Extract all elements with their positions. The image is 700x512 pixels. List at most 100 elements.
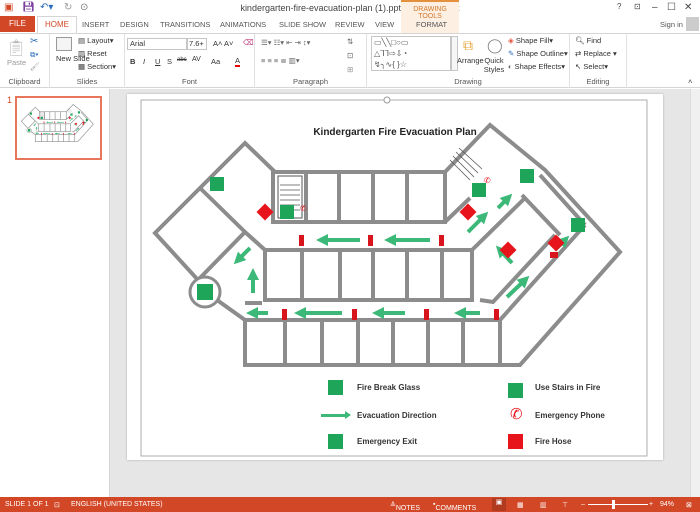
font-name-select[interactable]: Arial [127, 38, 187, 50]
quick-styles-icon[interactable]: ◯ [487, 37, 503, 54]
smartart-icon[interactable]: ⊞ [347, 65, 353, 74]
paste-icon[interactable]: 📋︎ [6, 38, 26, 58]
grow-font-button[interactable]: A˄ A˅ [213, 39, 233, 48]
find-label: Find [586, 36, 602, 45]
select-button[interactable]: ↖ Select▾ [575, 62, 608, 71]
section-label: Section [87, 62, 113, 71]
tab-view[interactable]: VIEW [375, 20, 394, 29]
slide-thumbnail[interactable] [15, 96, 102, 160]
tab-format[interactable]: FORMAT [416, 20, 447, 29]
slides-label: Slides [76, 77, 98, 86]
tab-home[interactable]: HOME [37, 16, 77, 33]
sign-in-link[interactable]: Sign in [660, 20, 683, 29]
legend-evacuation-direction: Evacuation Direction [357, 411, 437, 420]
zoom-slider-thumb[interactable] [612, 500, 615, 509]
emergency-phone-icon: ✆ [510, 406, 523, 423]
tab-file[interactable]: FILE [0, 16, 35, 32]
quick-styles-button[interactable]: Quick Styles [483, 56, 505, 74]
shape-outline-button[interactable]: ✎ Shape Outline▾ [508, 49, 568, 58]
slideshow-button[interactable]: ⊤ [562, 501, 568, 509]
change-case-button[interactable]: Aa [211, 57, 220, 66]
comments-label: COMMENTS [435, 505, 477, 512]
font-group: Arial 7.6+ A˄ A˅ ⌫ B I U S abc AV Aa A F… [125, 34, 255, 88]
character-spacing-button[interactable]: AV [192, 56, 201, 63]
font-size-select[interactable]: 7.6+ [187, 38, 207, 50]
paragraph-group: ☰▾ ☷▾ ⇤ ⇥ ↕▾ ≡ ≡ ≡ ≣ ▥▾ ⇅ ⊡ ⊞ Paragraph [255, 34, 367, 88]
tab-animations[interactable]: ANIMATIONS [220, 20, 266, 29]
legend-fire-hose: Fire Hose [535, 437, 572, 446]
shapes-gallery[interactable]: ▭╲╲□○▭ △⅂⅂⇨⇩◔ ↯╮∿{ }☆ [371, 36, 451, 71]
zoom-out-button[interactable]: – [581, 501, 585, 508]
arrange-icon[interactable]: ⧉ [463, 37, 473, 54]
format-painter-icon[interactable]: 🖌︎ [30, 62, 40, 71]
reset-button[interactable]: ▥ Reset [78, 49, 107, 58]
clear-formatting-icon[interactable]: ⌫ [243, 38, 254, 47]
help-button[interactable]: ? [617, 2, 621, 11]
zoom-slider[interactable] [588, 504, 648, 505]
text-direction-icon[interactable]: ⇅ [347, 37, 353, 46]
contextual-tab-label: DRAWING TOOLS [413, 6, 447, 20]
tab-review[interactable]: REVIEW [335, 20, 365, 29]
minimize-button[interactable]: – [652, 2, 658, 13]
fire-break-glass-icon [328, 380, 343, 395]
arrange-button[interactable]: Arrange [457, 56, 484, 65]
italic-button[interactable]: I [143, 57, 145, 66]
avatar[interactable] [686, 17, 699, 31]
new-slide-icon[interactable] [56, 37, 72, 51]
maximize-button[interactable]: ☐ [667, 2, 676, 13]
layout-label: Layout [87, 36, 110, 45]
bullets-icon[interactable]: ☰▾ ☷▾ ⇤ ⇥ ↕▾ [261, 38, 310, 47]
close-button[interactable]: ✕ [684, 2, 692, 13]
normal-view-button[interactable]: ▣ [492, 498, 506, 511]
evacuation-arrow-icon [321, 414, 347, 417]
reading-view-button[interactable]: ▥ [540, 501, 547, 509]
tab-transitions[interactable]: TRANSITIONS [160, 20, 210, 29]
vertical-scrollbar[interactable] [690, 89, 700, 497]
collapse-ribbon-icon[interactable]: ˄ [688, 77, 692, 86]
spell-check-icon[interactable]: ⊡ [54, 501, 60, 509]
find-button[interactable]: 🔍︎ Find [575, 36, 601, 45]
ribbon-display-button[interactable]: ⊡ [634, 2, 641, 11]
selection-box[interactable] [140, 99, 648, 457]
font-color-button[interactable]: A [235, 56, 241, 67]
language-status[interactable]: ENGLISH (UNITED STATES) [71, 501, 163, 508]
paste-button[interactable]: Paste [7, 58, 26, 67]
comments-button[interactable]: ▪ COMMENTS [433, 501, 476, 512]
zoom-level[interactable]: 94% [660, 501, 674, 508]
tab-insert[interactable]: INSERT [82, 20, 109, 29]
slide-title: Kindergarten Fire Evacuation Plan [313, 127, 477, 138]
copy-icon[interactable]: ⧉▾ [30, 50, 39, 60]
thumbnail-number: 1 [7, 95, 13, 105]
thumbnail-preview [17, 98, 100, 158]
shape-effects-button[interactable]: ◐ Shape Effects▾ [508, 62, 565, 71]
underline-button[interactable]: U [155, 57, 160, 66]
select-label: Select [583, 62, 605, 71]
tab-slide-show[interactable]: SLIDE SHOW [279, 20, 326, 29]
tab-design[interactable]: DESIGN [120, 20, 149, 29]
zoom-in-button[interactable]: + [649, 501, 653, 508]
bold-button[interactable]: B [130, 57, 135, 66]
rotate-handle[interactable] [383, 96, 391, 104]
shadow-button[interactable]: S [167, 57, 172, 66]
section-button[interactable]: ▦ Section▾ [78, 62, 116, 71]
slide-counter: SLIDE 1 OF 1 [5, 501, 49, 508]
clipboard-group: 📋︎ Paste ✂ ⧉▾ 🖌︎ Clipboard [0, 34, 50, 88]
phone-icon: ✆ [300, 204, 307, 213]
legend-fire-break-glass: Fire Break Glass [357, 383, 421, 392]
ribbon: 📋︎ Paste ✂ ⧉▾ 🖌︎ Clipboard New Slide ▤ L… [0, 33, 700, 88]
use-stairs-icon [508, 383, 523, 398]
notes-button[interactable]: ≙ NOTES [390, 501, 420, 512]
slide-sorter-button[interactable]: ▦ [517, 501, 524, 509]
layout-button[interactable]: ▤ Layout▾ [78, 36, 113, 45]
strikethrough-button[interactable]: abc [177, 57, 187, 63]
cut-icon[interactable]: ✂ [30, 36, 38, 47]
fit-slide-button[interactable]: ⊠ [686, 501, 692, 509]
phone-icon: ✆ [484, 176, 491, 185]
replace-button[interactable]: ⇄ Replace ▾ [575, 49, 617, 58]
shapes-scrollbar[interactable] [451, 36, 458, 71]
drawing-group: ▭╲╲□○▭ △⅂⅂⇨⇩◔ ↯╮∿{ }☆ ⧉ Arrange ◯ Quick St… [367, 34, 570, 88]
shape-fill-button[interactable]: ◈ Shape Fill▾ [508, 36, 553, 45]
align-icons[interactable]: ≡ ≡ ≡ ≣ ▥▾ [261, 56, 300, 65]
emergency-exit-icon [328, 434, 343, 449]
align-text-icon[interactable]: ⊡ [347, 51, 353, 60]
